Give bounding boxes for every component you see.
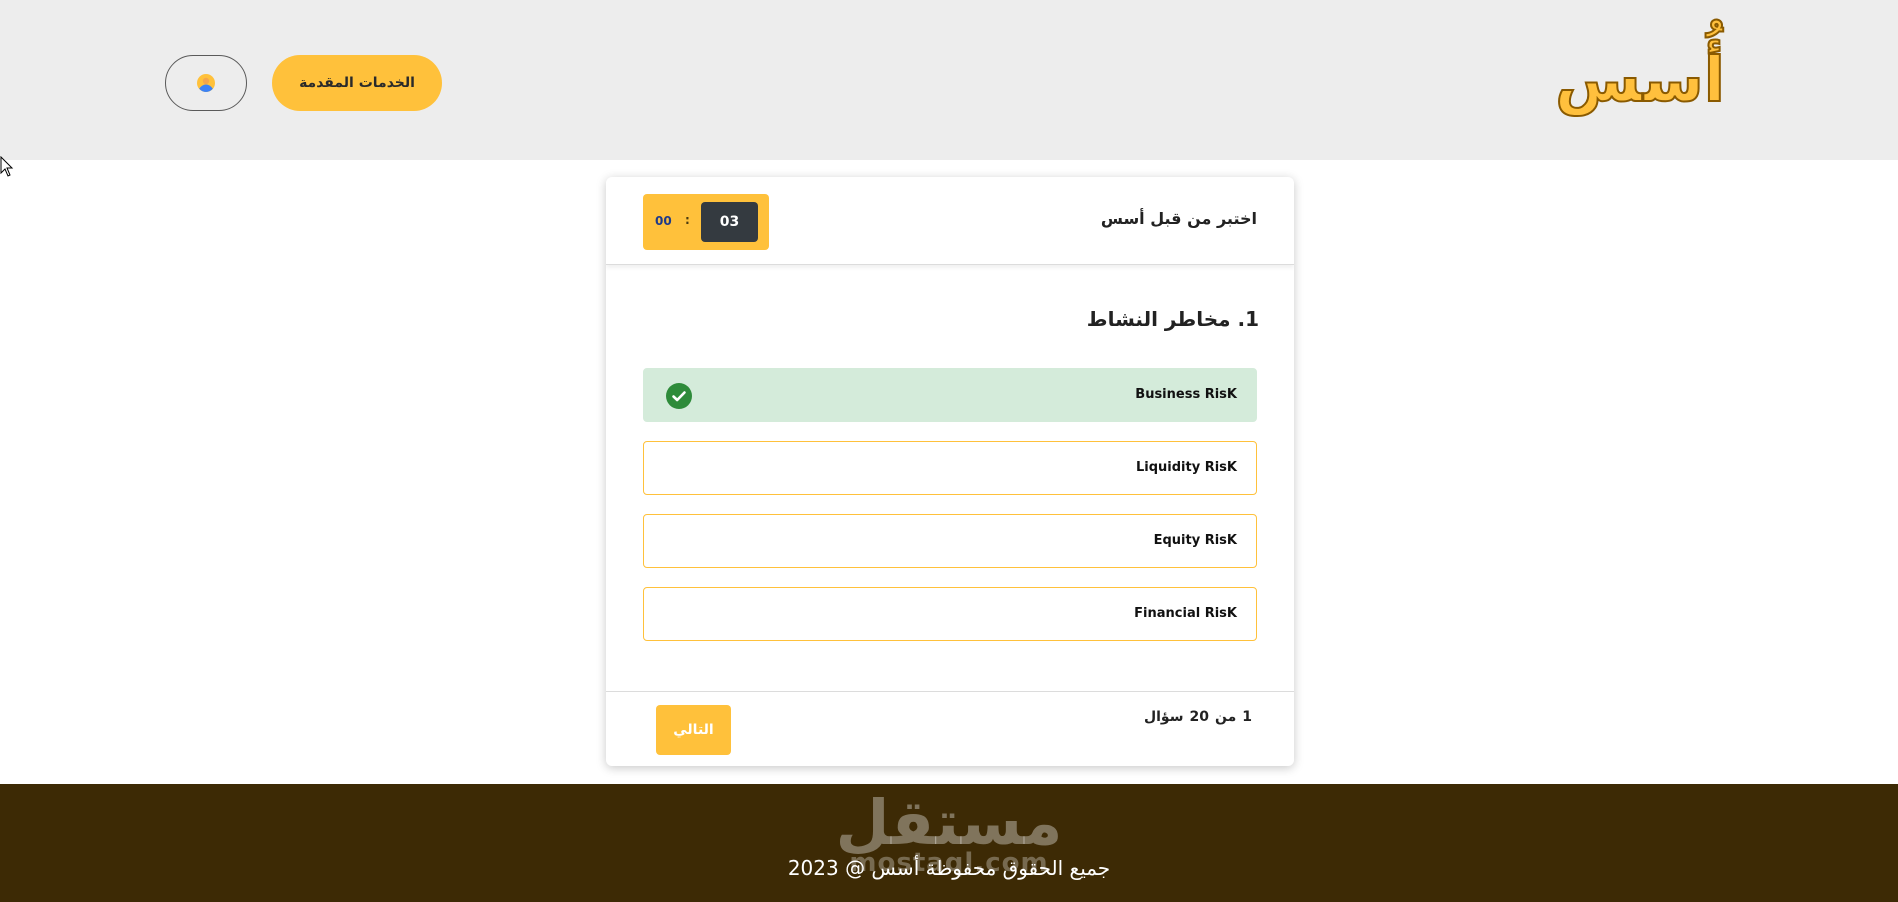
progress-total: 20 xyxy=(1189,709,1209,725)
timer-seconds: 00 xyxy=(655,214,672,228)
progress-of: من xyxy=(1214,709,1237,725)
progress-unit: سؤال xyxy=(1143,709,1184,725)
question-text: 1. مخاطر النشاط xyxy=(1086,307,1259,331)
timer-minutes: 03 xyxy=(701,202,758,242)
answer-option-label: Financial RisK xyxy=(1134,606,1237,621)
site-footer: مستقل mostaql.com جميع الحقوق محفوظة أسس… xyxy=(0,784,1898,902)
quiz-timer: 03 : 00 xyxy=(643,194,769,250)
quiz-title: اختبر من قبل أسس xyxy=(1100,209,1257,228)
user-avatar-icon xyxy=(197,74,215,92)
copyright-text: جميع الحقوق محفوظة أسس @ 2023 xyxy=(787,856,1111,880)
answer-option-label: Equity RisK xyxy=(1153,533,1237,548)
answer-option-label: Business RisK xyxy=(1135,387,1237,402)
site-header: أُسس الخدمات المقدمة xyxy=(0,0,1898,160)
next-button[interactable]: التالي xyxy=(656,705,731,755)
user-menu-button[interactable] xyxy=(165,55,247,111)
mouse-cursor-icon xyxy=(0,156,14,177)
answer-option-equity-risk[interactable]: Equity RisK xyxy=(643,514,1257,568)
services-button[interactable]: الخدمات المقدمة xyxy=(272,55,442,111)
watermark-logo: مستقل xyxy=(835,786,1063,859)
answer-option-liquidity-risk[interactable]: Liquidity RisK xyxy=(643,441,1257,495)
check-circle-icon xyxy=(666,383,692,409)
logo-text: أُسس xyxy=(1554,42,1726,117)
progress-current: 1 xyxy=(1242,709,1252,725)
answer-option-business-risk[interactable]: Business RisK xyxy=(643,368,1257,422)
quiz-card: اختبر من قبل أسس 03 : 00 1. مخاطر النشاط… xyxy=(606,177,1294,766)
quiz-card-header: اختبر من قبل أسس 03 : 00 xyxy=(606,177,1294,265)
site-logo[interactable]: أُسس xyxy=(1554,40,1726,120)
quiz-card-footer: 1 من 20 سؤال التالي xyxy=(606,691,1294,766)
question-progress: 1 من 20 سؤال xyxy=(1138,709,1252,725)
answer-option-financial-risk[interactable]: Financial RisK xyxy=(643,587,1257,641)
timer-separator: : xyxy=(685,213,690,227)
answer-option-label: Liquidity RisK xyxy=(1135,460,1237,475)
